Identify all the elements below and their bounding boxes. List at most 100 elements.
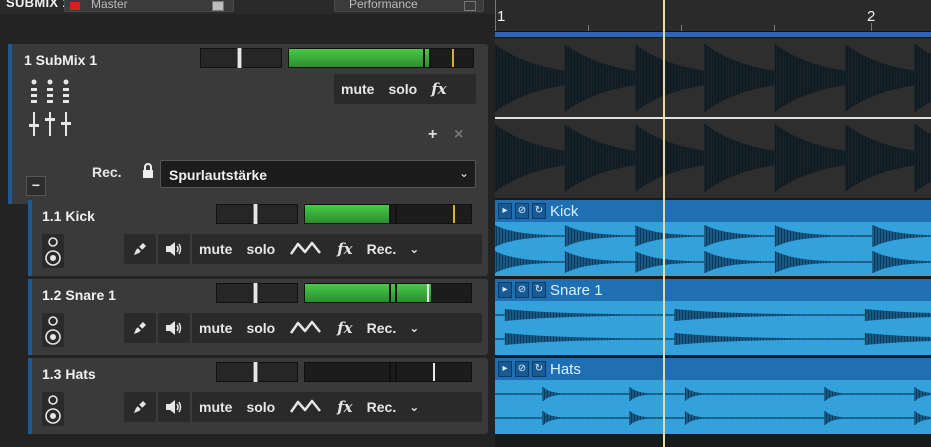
meter-fill xyxy=(289,49,431,67)
meter-fill xyxy=(305,284,432,302)
record-indicator-icon xyxy=(70,2,80,10)
loop-icon[interactable]: ↻ xyxy=(532,361,546,377)
track-submix[interactable]: 1 SubMix 1 mute solo fx + × − Rec. Spurl… xyxy=(8,44,488,204)
fx-button[interactable]: fx xyxy=(330,398,359,416)
collapse-button[interactable]: − xyxy=(26,176,46,196)
speaker-icon[interactable] xyxy=(158,234,190,264)
hats-lane[interactable]: ▸ ⊘ ↻ Hats xyxy=(495,358,931,434)
fx-button[interactable]: fx xyxy=(330,240,359,258)
meter-segment xyxy=(423,49,425,67)
mute-button[interactable]: mute xyxy=(192,399,239,415)
ruler-tick xyxy=(588,25,589,31)
track-panel: 1 SubMix 1 mute solo fx + × − Rec. Spurl… xyxy=(0,14,495,447)
mute-region-icon[interactable]: ⊘ xyxy=(515,361,529,377)
chevron-down-icon[interactable]: ⌄ xyxy=(403,242,425,256)
track-snare[interactable]: 1.2 Snare 1 mute solo fx Rec. ⌄ xyxy=(28,279,488,355)
snare-lane[interactable]: ▸ ⊘ ↻ Snare 1 xyxy=(495,279,931,355)
peak-marker xyxy=(452,49,454,67)
kick-waveform xyxy=(495,222,931,276)
mute-button[interactable]: mute xyxy=(192,241,239,257)
chevron-down-icon[interactable]: ⌄ xyxy=(403,321,425,335)
meter-segment xyxy=(389,284,391,302)
snare-region-header[interactable]: ▸ ⊘ ↻ Snare 1 xyxy=(495,279,931,301)
kick-region-header[interactable]: ▸ ⊘ ↻ Kick xyxy=(495,200,931,222)
performance-menu-icon[interactable] xyxy=(464,1,476,11)
track-name-hats: 1.3 Hats xyxy=(42,366,96,382)
play-icon[interactable]: ▸ xyxy=(498,282,512,298)
volume-fader-kick[interactable] xyxy=(216,204,298,224)
lock-icon[interactable] xyxy=(142,163,154,184)
fx-button[interactable]: fx xyxy=(424,80,453,98)
kick-lane[interactable]: ▸ ⊘ ↻ Kick xyxy=(495,200,931,276)
monitor-icon[interactable] xyxy=(42,234,64,268)
volume-fader-snare[interactable] xyxy=(216,283,298,303)
loop-icon[interactable]: ↻ xyxy=(532,203,546,219)
track-hats[interactable]: 1.3 Hats mute solo fx Rec. ⌄ xyxy=(28,358,488,434)
hats-waveform xyxy=(495,380,931,434)
speaker-icon[interactable] xyxy=(158,313,190,343)
track-name-kick: 1.1 Kick xyxy=(42,208,95,224)
mute-region-icon[interactable]: ⊘ xyxy=(515,203,529,219)
mixer-icon[interactable] xyxy=(24,78,76,138)
add-lane-button[interactable]: + xyxy=(428,126,437,144)
solo-button[interactable]: solo xyxy=(239,399,282,415)
solo-button[interactable]: solo xyxy=(381,81,424,97)
chevron-down-icon[interactable]: ⌄ xyxy=(403,400,425,414)
peak-marker xyxy=(453,205,455,223)
master-tab[interactable]: Master xyxy=(64,0,234,12)
fader-knob[interactable] xyxy=(253,204,258,224)
performance-tab-label: Performance xyxy=(349,0,418,11)
track-color-strip xyxy=(28,358,32,434)
remove-lane-button[interactable]: × xyxy=(454,126,463,144)
performance-tab[interactable]: Performance xyxy=(334,0,484,12)
volume-fader-hats[interactable] xyxy=(216,362,298,382)
solo-button[interactable]: solo xyxy=(239,320,282,336)
playhead-cursor[interactable] xyxy=(663,0,665,447)
ruler-tick xyxy=(871,23,872,31)
automation-dropdown[interactable]: Spurlautstärke ⌄ xyxy=(160,160,476,188)
arrange-view[interactable]: 1 2 ▸ ⊘ ↻ Kick ▸ ⊘ ↻ Snare 1 ▸ ⊘ ↻ Hats xyxy=(495,0,931,447)
track-kick[interactable]: 1.1 Kick mute solo fx Rec. ⌄ xyxy=(28,200,488,276)
snare-region-title: Snare 1 xyxy=(550,281,603,299)
kick-region-title: Kick xyxy=(550,202,579,220)
speaker-icon[interactable] xyxy=(158,392,190,422)
rec-button[interactable]: Rec. xyxy=(360,320,404,336)
fx-button[interactable]: fx xyxy=(330,319,359,337)
submix-button-bar: mute solo fx xyxy=(334,74,476,104)
rec-label: Rec. xyxy=(92,164,122,180)
mute-region-icon[interactable]: ⊘ xyxy=(515,282,529,298)
edit-pencil-icon[interactable] xyxy=(124,392,156,422)
meter-segment xyxy=(389,205,391,223)
volume-fader-submix[interactable] xyxy=(200,48,282,68)
hats-button-bar: mute solo fx Rec. ⌄ xyxy=(192,392,482,422)
automation-icon[interactable] xyxy=(282,397,330,418)
edit-pencil-icon[interactable] xyxy=(124,313,156,343)
monitor-icon[interactable] xyxy=(42,313,64,347)
automation-icon[interactable] xyxy=(282,239,330,260)
kick-button-bar: mute solo fx Rec. ⌄ xyxy=(192,234,482,264)
play-icon[interactable]: ▸ xyxy=(498,361,512,377)
automation-icon[interactable] xyxy=(282,318,330,339)
loop-range-bar[interactable] xyxy=(495,32,931,37)
mute-button[interactable]: mute xyxy=(192,320,239,336)
solo-button[interactable]: solo xyxy=(239,241,282,257)
mute-button[interactable]: mute xyxy=(334,81,381,97)
fader-knob[interactable] xyxy=(253,362,258,382)
chevron-down-icon: ⌄ xyxy=(458,166,469,180)
loop-icon[interactable]: ↻ xyxy=(532,282,546,298)
bar-number-1: 1 xyxy=(497,8,506,25)
fader-knob[interactable] xyxy=(237,48,242,68)
fader-knob[interactable] xyxy=(253,283,258,303)
monitor-icon[interactable] xyxy=(42,392,64,426)
master-toggle-icon[interactable] xyxy=(212,1,224,11)
timeline-ruler[interactable]: 1 2 xyxy=(495,0,931,32)
edit-pencil-icon[interactable] xyxy=(124,234,156,264)
submix-region[interactable] xyxy=(495,38,931,198)
ruler-tick xyxy=(495,0,496,31)
play-icon[interactable]: ▸ xyxy=(498,203,512,219)
rec-button[interactable]: Rec. xyxy=(360,399,404,415)
ruler-tick xyxy=(774,25,775,31)
rec-button[interactable]: Rec. xyxy=(360,241,404,257)
hats-region-header[interactable]: ▸ ⊘ ↻ Hats xyxy=(495,358,931,380)
snare-waveform xyxy=(495,301,931,355)
